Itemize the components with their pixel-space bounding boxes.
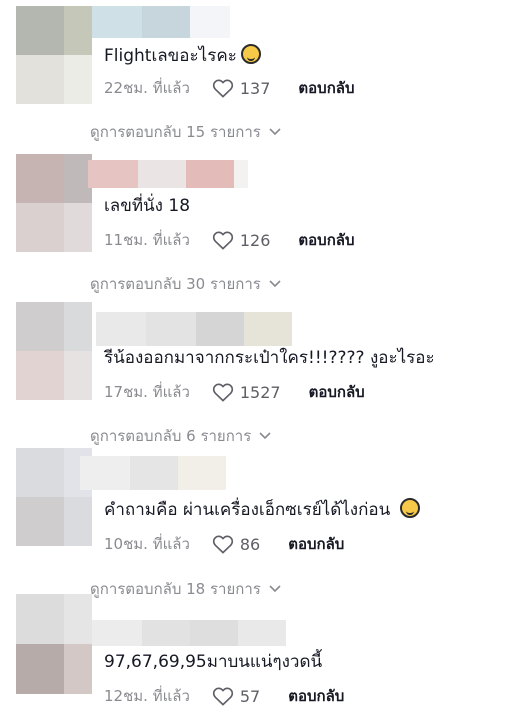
reply-button[interactable]: ตอบกลับ xyxy=(298,228,354,252)
view-replies-button[interactable]: ดูการตอบกลับ 18 รายการ xyxy=(90,577,281,601)
comment-time: 11ชม. ที่แล้ว xyxy=(104,231,190,249)
comment-text-content: คำถามคือ ผ่านเครื่องเอ็กซเรย์ได้ไงก่อน xyxy=(104,500,391,520)
comment-meta: 11ชม. ที่แล้ว 126 ตอบกลับ xyxy=(104,228,355,252)
heart-icon[interactable] xyxy=(212,78,234,98)
like-count: 57 xyxy=(239,686,261,706)
comment-time: 22ชม. ที่แล้ว xyxy=(104,79,190,97)
comment-text: รีน้องออกมาจากกระเป๋าใคร!!!???? งูอะไรอะ xyxy=(104,346,435,370)
heart-icon[interactable] xyxy=(212,534,234,554)
comment-text: เลขที่นั่ง 18 xyxy=(104,194,190,218)
comment-time: 10ชม. ที่แล้ว xyxy=(104,535,190,553)
comment-meta: 22ชม. ที่แล้ว 137 ตอบกลับ xyxy=(104,76,355,100)
comment-text-content: Flightเลขอะไรคะ xyxy=(104,46,237,66)
comment-text: คำถามคือ ผ่านเครื่องเอ็กซเรย์ได้ไงก่อน xyxy=(104,498,421,522)
view-replies-label: ดูการตอบกลับ 15 รายการ xyxy=(90,123,261,141)
view-replies-button[interactable]: ดูการตอบกลับ 6 รายการ xyxy=(90,424,271,448)
view-replies-label: ดูการตอบกลับ 18 รายการ xyxy=(90,580,261,598)
comment-meta: 12ชม. ที่แล้ว 57 ตอบกลับ xyxy=(104,684,344,708)
comment-text: 97,67,69,95มาบนแน่ๆงวดนี้ xyxy=(104,650,322,674)
avatar[interactable] xyxy=(16,594,92,694)
view-replies-label: ดูการตอบกลับ 6 รายการ xyxy=(90,427,252,445)
username-blurred[interactable] xyxy=(92,6,230,38)
view-replies-label: ดูการตอบกลับ 30 รายการ xyxy=(90,275,261,293)
heart-icon[interactable] xyxy=(212,230,234,250)
comment-time: 17ชม. ที่แล้ว xyxy=(104,383,190,401)
username-blurred[interactable] xyxy=(80,456,226,490)
comment-meta: 10ชม. ที่แล้ว 86 ตอบกลับ xyxy=(104,532,344,556)
reply-button[interactable]: ตอบกลับ xyxy=(298,76,354,100)
view-replies-button[interactable]: ดูการตอบกลับ 30 รายการ xyxy=(90,272,281,296)
comment-meta: 17ชม. ที่แล้ว 1527 ตอบกลับ xyxy=(104,380,365,404)
avatar[interactable] xyxy=(16,302,92,400)
reply-button[interactable]: ตอบกลับ xyxy=(288,684,344,708)
username-blurred[interactable] xyxy=(92,620,286,646)
reply-button[interactable]: ตอบกลับ xyxy=(309,380,365,404)
comment-time: 12ชม. ที่แล้ว xyxy=(104,687,190,705)
like-count: 1527 xyxy=(239,382,281,402)
like-count: 137 xyxy=(239,78,271,98)
heart-icon[interactable] xyxy=(212,382,234,402)
view-replies-button[interactable]: ดูการตอบกลับ 15 รายการ xyxy=(90,120,281,144)
chevron-down-icon xyxy=(269,280,281,288)
comment-text: Flightเลขอะไรคะ xyxy=(104,44,261,68)
like-count: 86 xyxy=(239,534,261,554)
chevron-down-icon xyxy=(269,585,281,593)
reply-button[interactable]: ตอบกลับ xyxy=(288,532,344,556)
comment-text-content: เลขที่นั่ง 18 xyxy=(104,196,191,216)
avatar[interactable] xyxy=(16,154,92,252)
chevron-down-icon xyxy=(259,432,271,440)
comment-text-content: 97,67,69,95มาบนแน่ๆงวดนี้ xyxy=(104,652,323,672)
avatar[interactable] xyxy=(16,6,92,104)
like-count: 126 xyxy=(239,230,271,250)
grimace-emoji-icon xyxy=(400,498,421,518)
username-blurred[interactable] xyxy=(88,160,248,188)
comment-text-content: รีน้องออกมาจากกระเป๋าใคร!!!???? งูอะไรอะ xyxy=(104,348,435,368)
chevron-down-icon xyxy=(269,128,281,136)
username-blurred[interactable] xyxy=(96,312,292,346)
laughing-emoji-icon xyxy=(240,44,261,64)
heart-icon[interactable] xyxy=(212,686,234,706)
